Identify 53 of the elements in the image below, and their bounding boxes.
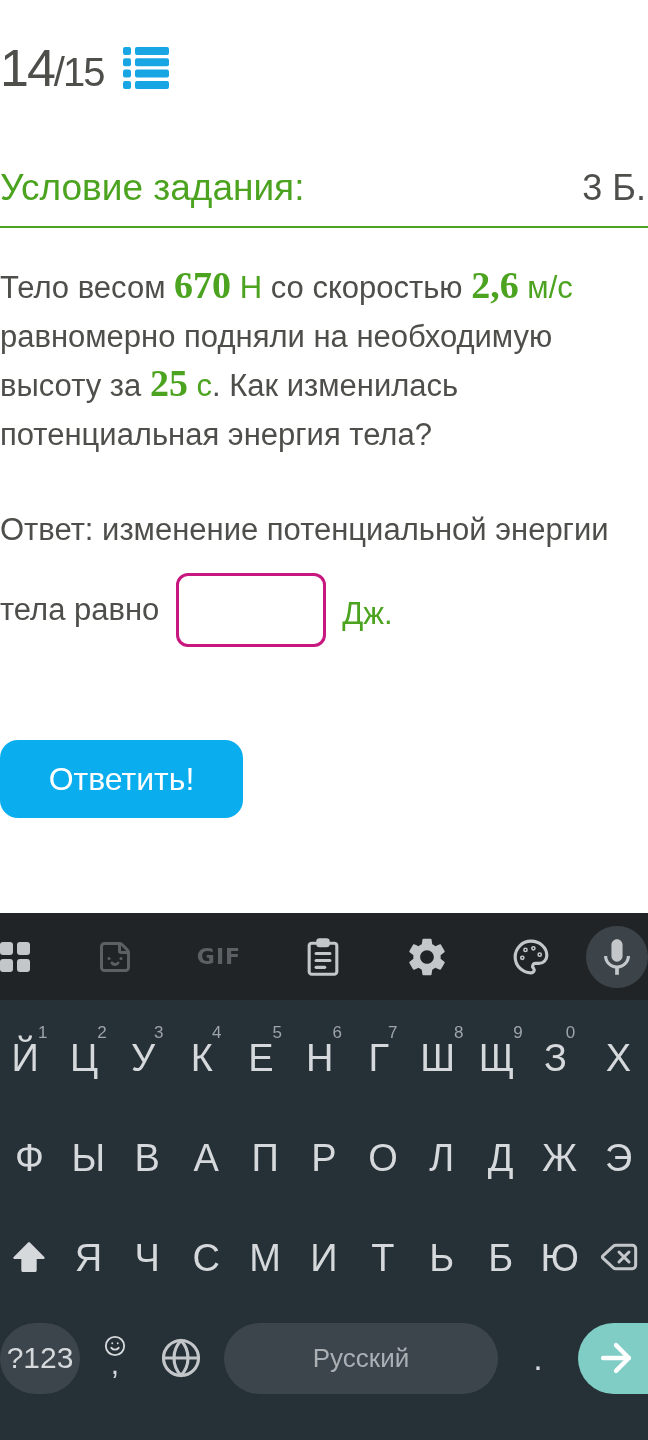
smiley-icon xyxy=(104,1335,126,1357)
section-title: Условие задания: xyxy=(0,165,305,210)
enter-button[interactable] xyxy=(578,1322,648,1394)
keyboard-key[interactable]: У 3 xyxy=(130,1024,164,1077)
clipboard-icon[interactable] xyxy=(306,937,340,976)
points-text: 3 Б. xyxy=(582,166,647,210)
keyboard-key[interactable]: А xyxy=(193,1139,219,1177)
period-key[interactable]: . xyxy=(527,1341,549,1375)
space-bar[interactable]: Русский xyxy=(224,1322,498,1394)
keyboard-key[interactable]: Д xyxy=(487,1139,514,1177)
keyboard-key[interactable]: Р xyxy=(311,1139,337,1177)
keyboard-key[interactable]: Н 6 xyxy=(306,1024,342,1077)
list-icon[interactable] xyxy=(123,47,170,89)
keyboard-key[interactable]: С xyxy=(192,1239,220,1277)
keyboard-key[interactable]: Л xyxy=(429,1139,455,1177)
keyboard-key[interactable]: Ш 8 xyxy=(420,1024,464,1077)
keyboard-key[interactable]: Э xyxy=(604,1139,633,1177)
keyboard-key[interactable]: Щ 9 xyxy=(478,1024,523,1077)
answer-text: Ответ: изменение потенциальной энергии xyxy=(0,511,609,549)
keyboard-key[interactable]: Ж xyxy=(542,1139,578,1177)
keyboard-key[interactable]: Ы xyxy=(71,1139,106,1177)
keyboard-key[interactable]: Т xyxy=(371,1239,395,1277)
comma-key[interactable]: , xyxy=(102,1335,128,1381)
keyboard-key[interactable]: О xyxy=(368,1139,398,1177)
keyboard-key[interactable]: М xyxy=(249,1239,281,1277)
keyboard-key[interactable]: З 0 xyxy=(543,1024,576,1077)
shift-icon[interactable] xyxy=(13,1241,46,1273)
keyboard-key[interactable]: Х xyxy=(605,1039,632,1077)
settings-icon[interactable] xyxy=(408,937,446,976)
keyboard-key[interactable]: Я xyxy=(74,1239,103,1277)
mic-icon xyxy=(604,938,630,975)
keyboard-key[interactable]: К 4 xyxy=(190,1024,222,1077)
keyboard-key[interactable]: Й 1 xyxy=(11,1024,48,1077)
problem-text: Тело весом 670 Н со скоростью 2,6 м/с равномерно подняли на необходимую высоту за 25 с. Как изменилась потенциальная энергия тела? xyxy=(0,263,574,454)
keyboard-key[interactable]: Е 5 xyxy=(248,1024,282,1077)
keyboard-key[interactable]: Ц 2 xyxy=(70,1024,107,1077)
answer-text: тела равно xyxy=(0,591,160,629)
globe-icon[interactable] xyxy=(160,1337,202,1379)
apps-icon[interactable] xyxy=(0,941,30,972)
keyboard-key[interactable]: П xyxy=(251,1139,279,1177)
question-counter: 14/15 xyxy=(0,42,104,94)
keyboard-key[interactable]: Г 7 xyxy=(368,1024,398,1077)
keyboard-key[interactable]: Ь xyxy=(429,1239,455,1277)
keyboard-key[interactable]: Ф xyxy=(15,1139,44,1177)
keyboard-key[interactable]: Ч xyxy=(134,1239,160,1277)
answer-input[interactable] xyxy=(176,573,327,647)
symbols-key[interactable]: ?123 xyxy=(0,1322,80,1394)
palette-icon[interactable] xyxy=(512,937,550,976)
keyboard-key[interactable]: Ю xyxy=(540,1239,579,1277)
keyboard-key[interactable]: В xyxy=(134,1139,160,1177)
unit-text: Дж. xyxy=(342,595,393,633)
keyboard-key[interactable]: И xyxy=(310,1239,338,1277)
keyboard-key[interactable]: Б xyxy=(488,1239,514,1277)
